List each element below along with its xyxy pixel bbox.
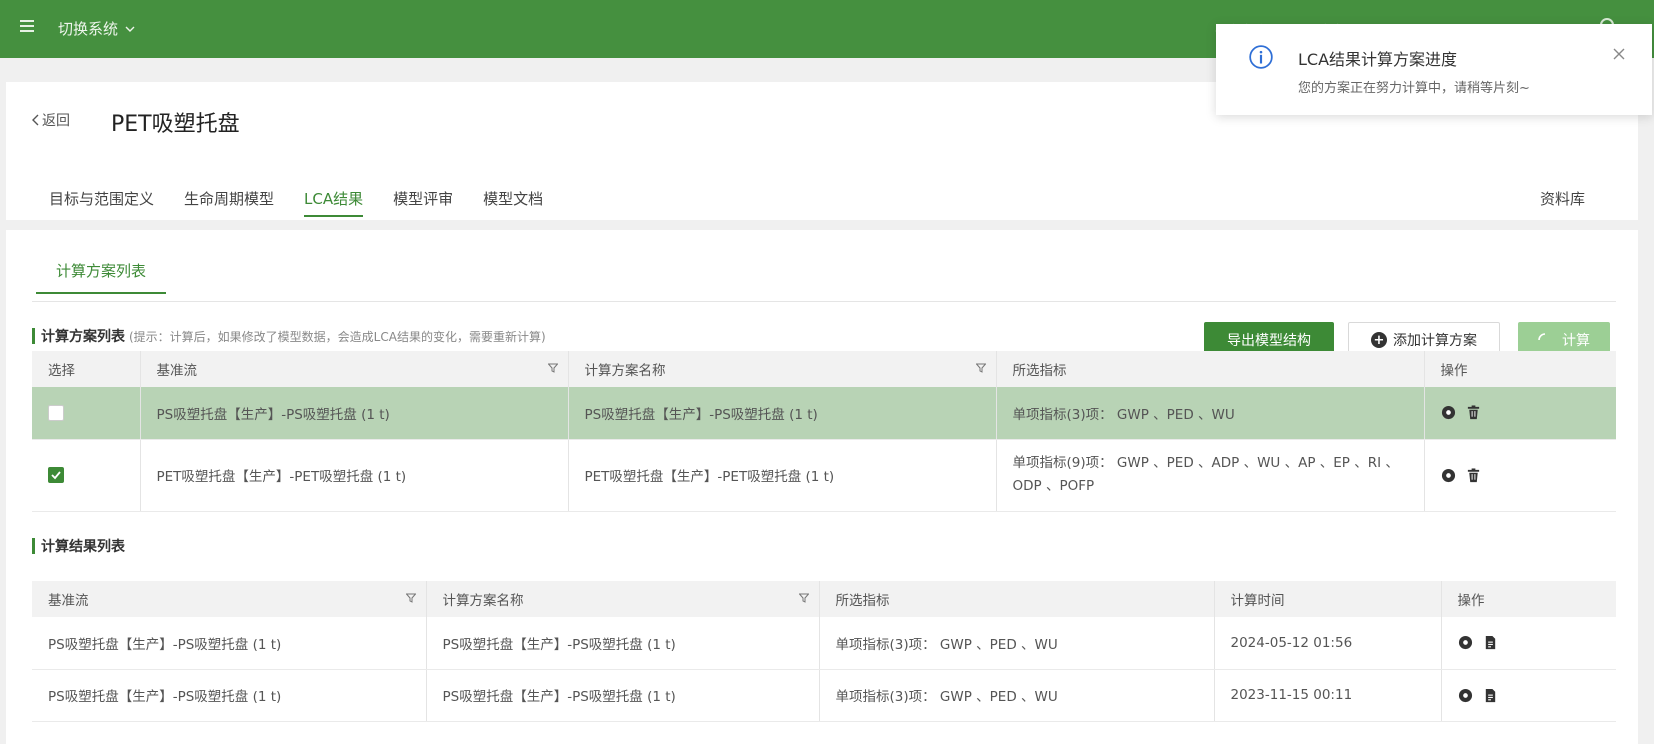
chevron-down-icon	[125, 26, 135, 32]
calc-time-cell: 2023-11-15 00:11	[1214, 669, 1442, 722]
col-flow: 基准流	[140, 351, 569, 387]
plan-section-title-text: 计算方案列表	[41, 329, 125, 345]
select-cell	[32, 387, 141, 440]
col-plan-name-label: 计算方案名称	[442, 593, 524, 609]
lca-result-panel: 计算方案列表 计算方案列表 (提示：计算后，如果修改了模型数据，会造成LCA结果…	[6, 230, 1638, 744]
info-icon	[1249, 45, 1273, 69]
actions-cell	[1424, 439, 1616, 512]
actions-cell	[1424, 387, 1616, 440]
actions-cell	[1441, 669, 1616, 722]
plan-section-hint: (提示：计算后，如果修改了模型数据，会造成LCA结果的变化，需要重新计算)	[129, 329, 546, 344]
export-button-label: 导出模型结构	[1227, 333, 1311, 349]
actions-cell	[1441, 617, 1616, 670]
plan-table: 选择 基准流 计算方案名称 所选指标 操作 PS吸塑托盘【生产】-PS吸塑托盘 …	[32, 351, 1616, 512]
menu-icon[interactable]	[20, 20, 36, 34]
library-link[interactable]: 资料库	[1540, 188, 1585, 209]
tab-plan-list[interactable]: 计算方案列表	[35, 260, 167, 294]
col-plan-name: 计算方案名称	[426, 581, 820, 617]
section-marker	[32, 328, 35, 344]
view-icon[interactable]	[1458, 688, 1473, 703]
check-icon	[51, 471, 61, 480]
plan-name-cell: PET吸塑托盘【生产】-PET吸塑托盘 (1 t)	[568, 439, 997, 512]
plan-name-cell: PS吸塑托盘【生产】-PS吸塑托盘 (1 t)	[426, 669, 820, 722]
plus-circle-icon: +	[1371, 332, 1387, 348]
indicators-cell: 单项指标(3)项： GWP 、PED 、WU	[819, 617, 1215, 670]
tab-model-review[interactable]: 模型评审	[393, 188, 453, 217]
filter-icon[interactable]	[798, 593, 809, 603]
flow-cell: PET吸塑托盘【生产】-PET吸塑托盘 (1 t)	[140, 439, 569, 512]
view-icon[interactable]	[1458, 635, 1473, 650]
system-switcher[interactable]: 切换系统	[58, 18, 136, 39]
flow-cell: PS吸塑托盘【生产】-PS吸塑托盘 (1 t)	[140, 387, 569, 440]
tab-goal-scope[interactable]: 目标与范围定义	[49, 188, 154, 217]
subtab-bar: 计算方案列表	[32, 260, 1616, 302]
delete-icon[interactable]	[1466, 467, 1481, 483]
notification-message: 您的方案正在努力计算中，请稍等片刻~	[1298, 81, 1530, 96]
notification-title: LCA结果计算方案进度	[1298, 50, 1458, 69]
section-marker	[32, 538, 35, 554]
col-actions: 操作	[1441, 581, 1616, 617]
plan-name-cell: PS吸塑托盘【生产】-PS吸塑托盘 (1 t)	[568, 387, 997, 440]
col-indicators: 所选指标	[996, 351, 1425, 387]
col-actions: 操作	[1424, 351, 1616, 387]
loading-icon	[1538, 333, 1546, 341]
table-row[interactable]: PS吸塑托盘【生产】-PS吸塑托盘 (1 t) PS吸塑托盘【生产】-PS吸塑托…	[32, 387, 1616, 440]
page-title: PET吸塑托盘	[111, 112, 240, 137]
plan-name-cell: PS吸塑托盘【生产】-PS吸塑托盘 (1 t)	[426, 617, 820, 670]
plan-section-title: 计算方案列表 (提示：计算后，如果修改了模型数据，会造成LCA结果的变化，需要重…	[32, 326, 546, 346]
row-checkbox[interactable]	[48, 467, 64, 483]
col-select: 选择	[32, 351, 141, 387]
select-cell	[32, 439, 141, 512]
result-table: 基准流 计算方案名称 所选指标 计算时间 操作 PS吸塑托盘【生产】-PS吸塑托…	[32, 581, 1616, 722]
filter-icon[interactable]	[405, 593, 416, 603]
col-flow-label: 基准流	[156, 363, 198, 379]
col-flow-label: 基准流	[48, 593, 89, 609]
view-icon[interactable]	[1441, 468, 1456, 483]
export-file-icon[interactable]	[1483, 635, 1498, 650]
view-icon[interactable]	[1441, 405, 1456, 420]
col-flow: 基准流	[32, 581, 427, 617]
tab-lifecycle-model[interactable]: 生命周期模型	[184, 188, 274, 217]
col-calc-time: 计算时间	[1214, 581, 1442, 617]
delete-icon[interactable]	[1466, 405, 1481, 420]
chevron-left-icon	[32, 114, 39, 126]
result-table-header: 基准流 计算方案名称 所选指标 计算时间 操作	[32, 581, 1616, 617]
table-row[interactable]: PET吸塑托盘【生产】-PET吸塑托盘 (1 t) PET吸塑托盘【生产】-PE…	[32, 439, 1616, 512]
export-file-icon[interactable]	[1483, 688, 1498, 703]
model-tabs: 目标与范围定义 生命周期模型 LCA结果 模型评审 模型文档	[49, 188, 543, 217]
indicators-cell: 单项指标(9)项： GWP 、PED 、ADP 、WU 、AP 、EP 、RI …	[996, 439, 1425, 512]
filter-icon[interactable]	[975, 363, 986, 373]
add-button-label: 添加计算方案	[1393, 333, 1477, 349]
table-row[interactable]: PS吸塑托盘【生产】-PS吸塑托盘 (1 t) PS吸塑托盘【生产】-PS吸塑托…	[32, 617, 1616, 670]
notification-toast: LCA结果计算方案进度 您的方案正在努力计算中，请稍等片刻~	[1216, 24, 1652, 115]
table-row[interactable]: PS吸塑托盘【生产】-PS吸塑托盘 (1 t) PS吸塑托盘【生产】-PS吸塑托…	[32, 669, 1616, 722]
back-button[interactable]: 返回	[30, 110, 70, 130]
col-indicators: 所选指标	[819, 581, 1215, 617]
result-section-title-text: 计算结果列表	[41, 539, 125, 555]
result-section-title: 计算结果列表	[32, 536, 125, 556]
calculate-button-label: 计算	[1562, 333, 1590, 349]
filter-icon[interactable]	[547, 363, 558, 373]
indicators-cell: 单项指标(3)项： GWP 、PED 、WU	[819, 669, 1215, 722]
plan-table-header: 选择 基准流 计算方案名称 所选指标 操作	[32, 351, 1616, 387]
calc-time-cell: 2024-05-12 01:56	[1214, 617, 1442, 670]
tab-lca-result[interactable]: LCA结果	[304, 188, 364, 217]
flow-cell: PS吸塑托盘【生产】-PS吸塑托盘 (1 t)	[32, 617, 427, 670]
col-plan-name: 计算方案名称	[568, 351, 997, 387]
flow-cell: PS吸塑托盘【生产】-PS吸塑托盘 (1 t)	[32, 669, 427, 722]
back-label: 返回	[42, 113, 70, 129]
tab-model-document[interactable]: 模型文档	[483, 188, 543, 217]
col-plan-name-label: 计算方案名称	[584, 363, 666, 379]
indicators-cell: 单项指标(3)项： GWP 、PED 、WU	[996, 387, 1425, 440]
row-checkbox[interactable]	[48, 404, 64, 421]
close-icon[interactable]	[1613, 48, 1625, 60]
system-switcher-label: 切换系统	[58, 20, 119, 38]
